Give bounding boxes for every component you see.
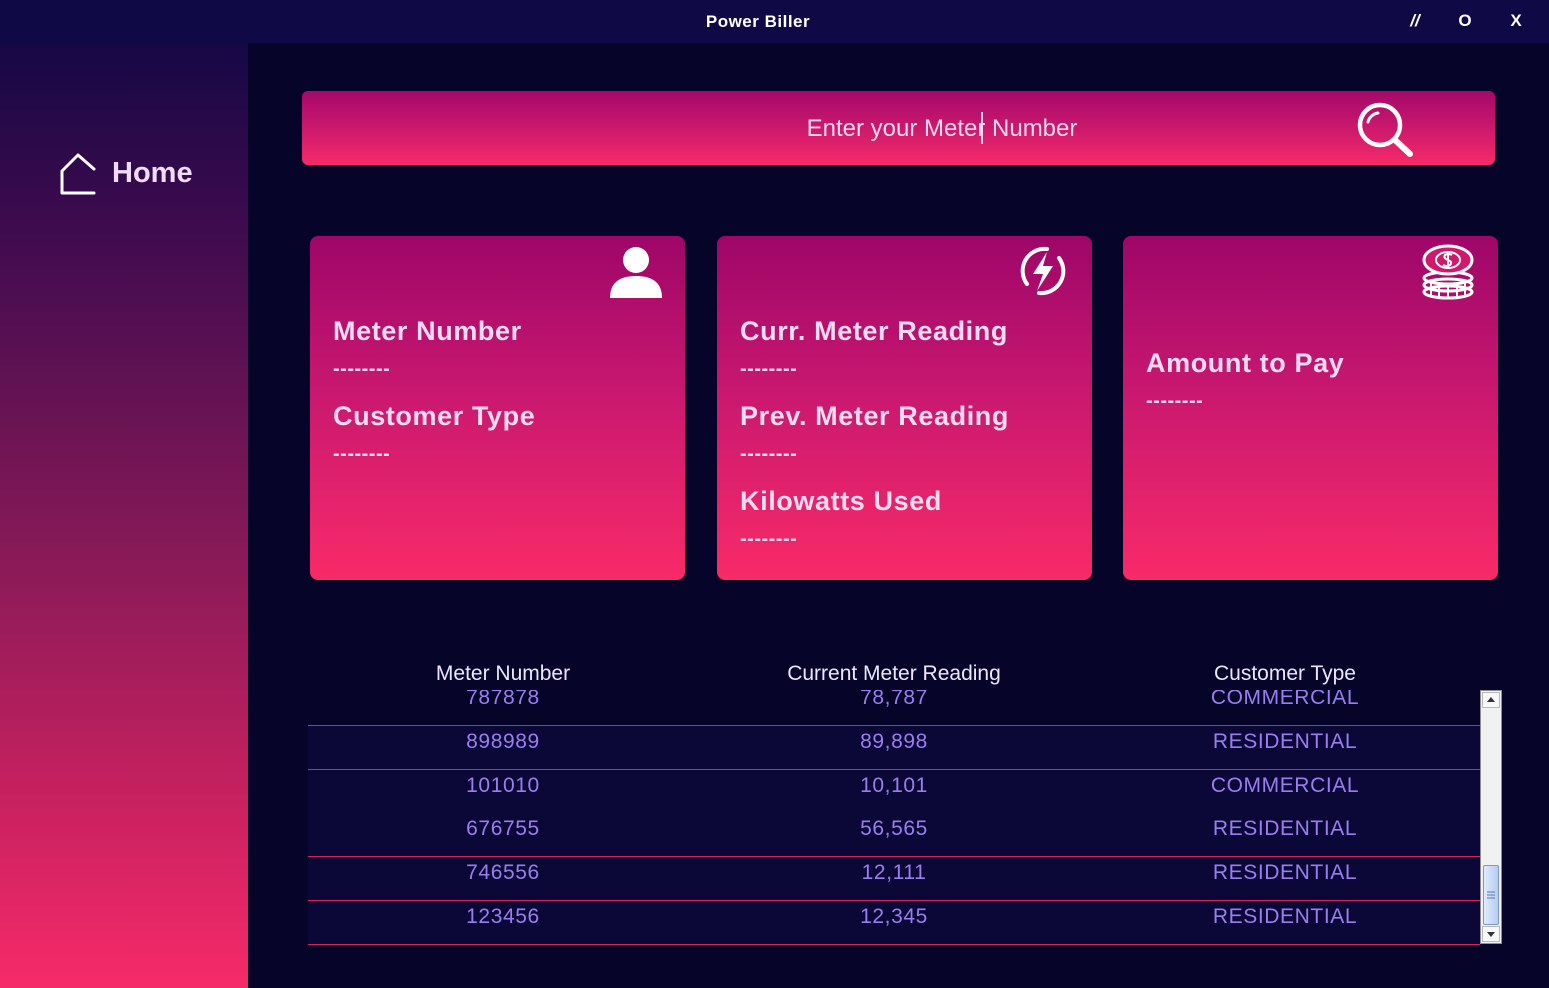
cell-current-reading: 78,787 bbox=[860, 690, 928, 709]
arrow-down-icon bbox=[1487, 932, 1495, 937]
meter-reading-card: Curr. Meter Reading -------- Prev. Meter… bbox=[717, 236, 1092, 580]
search-input[interactable] bbox=[662, 109, 1222, 149]
cell-meter-number: 746556 bbox=[466, 861, 540, 884]
scroll-up-button[interactable] bbox=[1482, 692, 1500, 708]
meter-info-card: Meter Number -------- Customer Type ----… bbox=[310, 236, 685, 580]
customer-type-value: -------- bbox=[333, 443, 391, 465]
current-reading-value: -------- bbox=[740, 358, 798, 380]
cell-current-reading: 10,101 bbox=[860, 774, 928, 797]
cell-current-reading: 89,898 bbox=[860, 730, 928, 753]
cell-current-reading: 12,111 bbox=[861, 861, 927, 884]
home-icon bbox=[60, 153, 96, 195]
cell-meter-number: 676755 bbox=[466, 817, 540, 840]
title-bar: Power Biller // O X bbox=[0, 0, 1549, 43]
cell-current-reading: 12,345 bbox=[860, 905, 928, 928]
cell-meter-number: 898989 bbox=[466, 730, 540, 753]
cell-customer-type: RESIDENTIAL bbox=[1212, 861, 1358, 884]
meter-number-value: -------- bbox=[333, 358, 391, 380]
column-header-meter-number[interactable]: Meter Number bbox=[308, 662, 698, 686]
previous-reading-label: Prev. Meter Reading bbox=[740, 401, 1009, 431]
table-row[interactable]: 123456 12,345 RESIDENTIAL bbox=[308, 901, 1480, 945]
scroll-down-button[interactable] bbox=[1482, 926, 1500, 942]
close-button[interactable]: X bbox=[1501, 11, 1531, 31]
table-row[interactable]: 898989 89,898 RESIDENTIAL bbox=[308, 726, 1480, 770]
lightning-icon bbox=[1020, 246, 1066, 296]
cell-customer-type: RESIDENTIAL bbox=[1212, 817, 1358, 840]
maximize-button[interactable]: O bbox=[1450, 11, 1480, 31]
table-header: Meter Number Current Meter Reading Custo… bbox=[308, 662, 1480, 692]
cell-customer-type: COMMERCIAL bbox=[1210, 774, 1360, 797]
minimize-button[interactable]: // bbox=[1400, 11, 1430, 31]
cell-meter-number: 787878 bbox=[466, 690, 540, 709]
scroll-thumb[interactable] bbox=[1483, 865, 1499, 925]
app-title: Power Biller bbox=[705, 12, 811, 31]
cell-customer-type: RESIDENTIAL bbox=[1212, 905, 1358, 928]
kilowatts-used-value: -------- bbox=[740, 528, 798, 550]
current-reading-label: Curr. Meter Reading bbox=[740, 316, 1008, 346]
search-bar bbox=[302, 91, 1495, 165]
table-row[interactable]: 787878 78,787 COMMERCIAL bbox=[308, 690, 1480, 726]
amount-card: Amount to Pay -------- bbox=[1123, 236, 1498, 580]
kilowatts-used-label: Kilowatts Used bbox=[740, 486, 942, 516]
sidebar-item-home[interactable]: Home bbox=[58, 151, 193, 195]
column-header-current-reading[interactable]: Current Meter Reading bbox=[698, 662, 1090, 686]
user-icon bbox=[610, 247, 662, 298]
arrow-up-icon bbox=[1487, 697, 1495, 702]
table-row[interactable]: 676755 56,565 RESIDENTIAL bbox=[308, 813, 1480, 857]
grip-icon bbox=[1487, 891, 1495, 899]
text-caret bbox=[981, 112, 983, 144]
cell-meter-number: 101010 bbox=[466, 774, 540, 797]
sidebar: Home bbox=[0, 43, 248, 988]
cell-customer-type: RESIDENTIAL bbox=[1212, 730, 1358, 753]
amount-to-pay-value: -------- bbox=[1146, 390, 1204, 412]
cell-meter-number: 123456 bbox=[466, 905, 540, 928]
customer-type-label: Customer Type bbox=[333, 401, 536, 431]
table-body: 787878 78,787 COMMERCIAL 898989 89,898 R… bbox=[308, 690, 1480, 945]
coins-icon bbox=[1422, 244, 1474, 300]
cell-current-reading: 56,565 bbox=[860, 817, 928, 840]
table-row[interactable]: 101010 10,101 COMMERCIAL bbox=[308, 770, 1480, 814]
table-scrollbar[interactable] bbox=[1480, 690, 1502, 944]
cell-customer-type: COMMERCIAL bbox=[1210, 690, 1360, 709]
column-header-customer-type[interactable]: Customer Type bbox=[1090, 662, 1480, 686]
amount-to-pay-label: Amount to Pay bbox=[1146, 348, 1345, 378]
sidebar-item-label: Home bbox=[112, 156, 193, 189]
search-icon[interactable] bbox=[1354, 100, 1416, 160]
table-row[interactable]: 746556 12,111 RESIDENTIAL bbox=[308, 857, 1480, 901]
meter-number-label: Meter Number bbox=[333, 316, 522, 346]
previous-reading-value: -------- bbox=[740, 443, 798, 465]
